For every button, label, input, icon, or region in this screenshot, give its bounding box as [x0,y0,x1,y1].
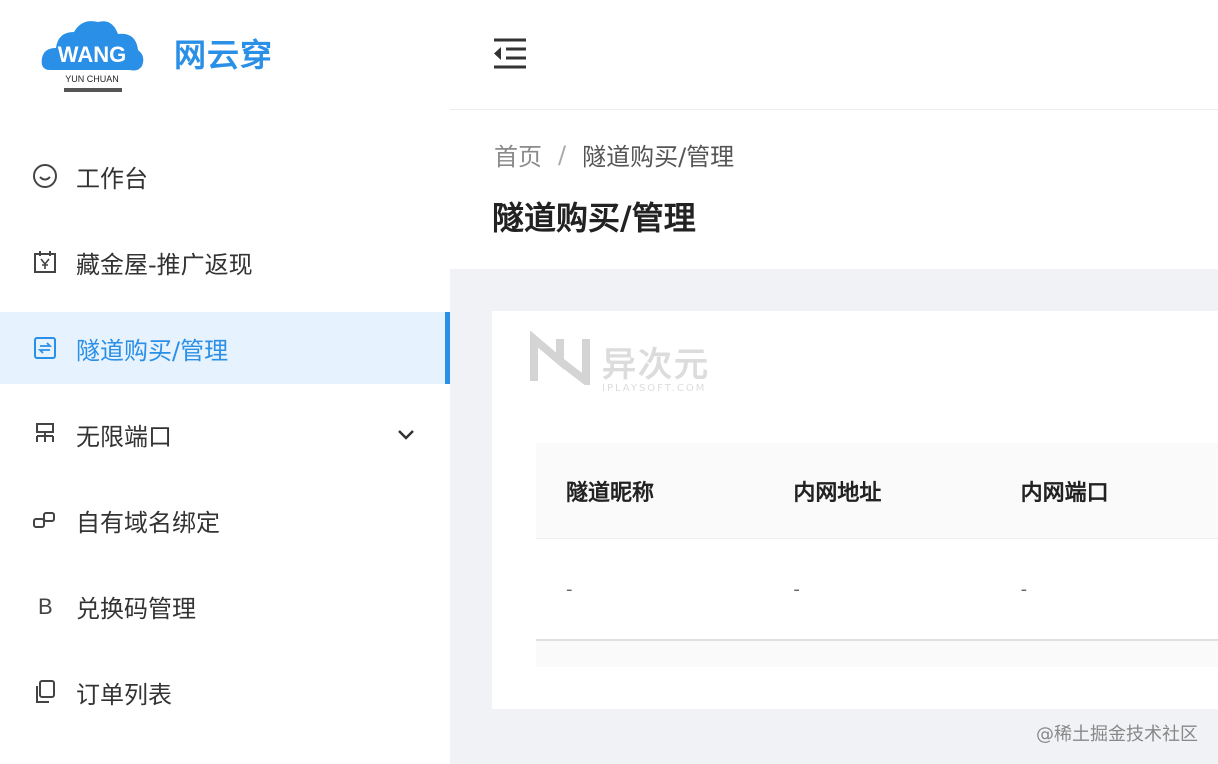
page-header: 首页 / 隧道购买/管理 隧道购买/管理 [450,111,1218,269]
sidebar-item-tunnel[interactable]: 隧道购买/管理 [0,312,450,384]
sidebar-item-redeem-code[interactable]: B 兑换码管理 [0,570,450,642]
breadcrumb-current: 隧道购买/管理 [582,143,735,171]
sidebar-item-label: 隧道购买/管理 [76,336,229,365]
sidebar: WANG YUN CHUAN 网云穿 工作台 藏金屋-推广返现 隧道购买/管理 [0,0,450,764]
smile-icon [30,161,60,191]
source-credit: @稀土掘金技术社区 [1036,724,1198,745]
table-card: 异次元 IPLAYSOFT.COM 隧道昵称 内网地址 内网端口 - - - [492,311,1218,709]
table-cell: - [793,578,800,600]
letter-b-icon: B [30,591,60,621]
sidebar-item-unlimited-port[interactable]: 无限端口 [0,398,450,470]
page-title: 隧道购买/管理 [492,199,696,237]
logo-text: WANG [58,42,126,67]
sidebar-item-label: 订单列表 [76,680,172,709]
menu-fold-icon[interactable] [490,34,530,74]
main-content: 异次元 IPLAYSOFT.COM 隧道昵称 内网地址 内网端口 - - - @… [450,269,1218,764]
link-icon [30,505,60,535]
yen-calendar-icon [30,247,60,277]
watermark-subtext: IPLAYSOFT.COM [602,383,707,394]
sidebar-item-label: 自有域名绑定 [76,508,220,537]
chevron-down-icon[interactable] [394,422,418,446]
tunnel-icon [30,333,60,363]
breadcrumb-separator: / [558,140,567,169]
sidebar-item-label: 藏金屋-推广返现 [76,250,253,279]
breadcrumb: 首页 / 隧道购买/管理 [494,137,734,172]
table-cell: - [1020,578,1028,600]
sidebar-item-workbench[interactable]: 工作台 [0,140,450,212]
table-row[interactable]: - - - [536,539,1218,641]
sidebar-item-label: 工作台 [76,164,148,193]
breadcrumb-home[interactable]: 首页 [494,137,542,172]
column-header[interactable]: 隧道昵称 [536,475,763,507]
tunnel-table: 隧道昵称 内网地址 内网端口 - - - [536,443,1218,667]
brand-name: 网云穿 [174,36,274,74]
cloud-logo-icon: WANG YUN CHUAN [41,21,144,92]
sidebar-item-label: 兑换码管理 [76,594,196,623]
sidebar-item-referral[interactable]: 藏金屋-推广返现 [0,226,450,298]
table-cell: - [566,578,573,600]
svg-text:B: B [38,594,53,619]
sidebar-menu: 工作台 藏金屋-推广返现 隧道购买/管理 无限端口 自有域名绑定 B 兑换码管理… [0,140,450,742]
watermark-logo-icon [530,330,590,390]
logo-subtext: YUN CHUAN [65,74,119,84]
brand[interactable]: WANG YUN CHUAN 网云穿 [0,0,450,110]
table-footer [536,641,1218,667]
top-header [450,0,1218,110]
watermark-text: 异次元 [602,345,710,385]
sidebar-item-label: 无限端口 [76,422,172,451]
sidebar-item-domain-binding[interactable]: 自有域名绑定 [0,484,450,556]
sidebar-item-orders[interactable]: 订单列表 [0,656,450,728]
column-header[interactable]: 内网端口 [991,475,1218,507]
column-header[interactable]: 内网地址 [763,475,990,507]
table-header: 隧道昵称 内网地址 内网端口 [536,443,1218,539]
copy-icon [30,677,60,707]
network-icon [30,419,60,449]
watermark: 异次元 IPLAYSOFT.COM [530,330,750,401]
